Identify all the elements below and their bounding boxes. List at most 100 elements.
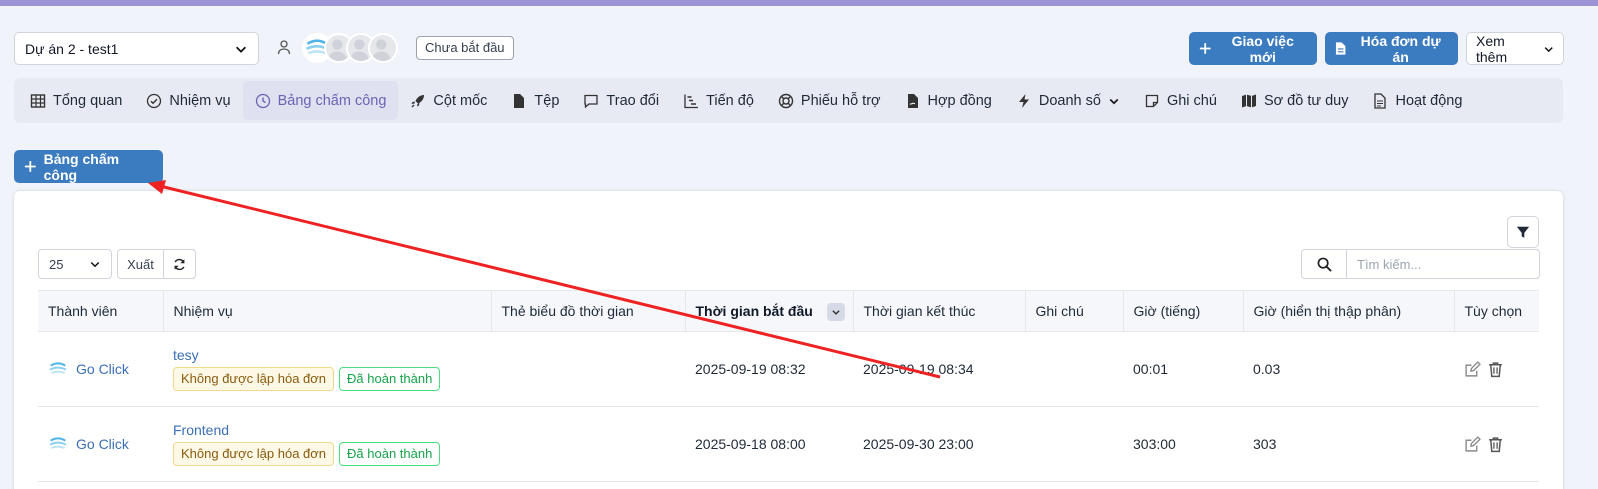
chevron-down-icon xyxy=(1109,98,1119,104)
file-icon xyxy=(514,93,525,108)
decimal-hours-cell: 303 xyxy=(1243,406,1454,482)
tab-label: Trao đổi xyxy=(606,92,660,109)
refresh-button[interactable] xyxy=(163,249,196,279)
column-header[interactable]: Giờ (tiếng) xyxy=(1122,290,1243,332)
project-select[interactable]: Dự án 2 - test1 xyxy=(14,32,259,65)
column-header[interactable]: Thành viên xyxy=(38,290,163,332)
member-link[interactable]: Go Click xyxy=(48,359,153,379)
clock-icon xyxy=(255,93,270,108)
tab-tasks[interactable]: Nhiệm vụ xyxy=(134,81,242,120)
project-status-badge: Chưa bắt đầu xyxy=(416,36,514,60)
plus-icon xyxy=(24,161,36,172)
file-icon xyxy=(1335,42,1346,55)
project-invoice-label: Hóa đơn dự án xyxy=(1360,32,1441,65)
lifebuoy-icon xyxy=(778,93,794,108)
more-label: Xem thêm xyxy=(1476,32,1508,65)
member-link[interactable]: Go Click xyxy=(48,434,153,454)
task-link[interactable]: tesy xyxy=(173,347,481,363)
timesheet-table: Thành viên Nhiệm vụ Thẻ biểu đồ thời gia… xyxy=(38,290,1539,482)
search-icon[interactable] xyxy=(1302,250,1347,278)
tab-activity[interactable]: Hoạt động xyxy=(1360,81,1474,120)
hours-cell: 00:01 xyxy=(1123,331,1243,407)
contract-icon xyxy=(907,93,918,108)
decimal-hours-cell: 0.03 xyxy=(1243,331,1454,407)
add-timesheet-button[interactable]: Bảng chấm công xyxy=(14,150,163,183)
tab-label: Ghi chú xyxy=(1166,92,1217,109)
chat-icon xyxy=(584,94,599,108)
filter-button[interactable] xyxy=(1507,216,1539,248)
new-task-button[interactable]: Giao việc mới xyxy=(1189,32,1317,65)
member-avatars[interactable] xyxy=(302,33,398,63)
tab-label: Tiến độ xyxy=(706,92,754,109)
check-circle-icon xyxy=(147,93,162,108)
more-button[interactable]: Xem thêm xyxy=(1466,32,1564,65)
map-icon xyxy=(1241,94,1256,107)
hours-cell: 303:00 xyxy=(1123,406,1243,482)
member-name: Go Click xyxy=(76,361,129,377)
user-icon xyxy=(277,40,291,55)
edit-icon[interactable] xyxy=(1464,360,1481,378)
billing-badge: Không được lập hóa đơn xyxy=(173,367,335,391)
tab-sales[interactable]: Doanh số xyxy=(1004,81,1132,120)
tab-mindmap[interactable]: Sơ đồ tư duy xyxy=(1229,81,1361,120)
tab-label: Bảng chấm công xyxy=(277,92,387,109)
task-link[interactable]: Frontend xyxy=(173,422,481,438)
tab-label: Tổng quan xyxy=(53,92,123,109)
column-header[interactable]: Thời gian kết thúc xyxy=(852,290,1025,332)
tab-label: Hoạt động xyxy=(1395,92,1463,109)
table-row: Go Click Frontend Không được lập hóa đơn… xyxy=(38,406,1539,482)
tab-milestones[interactable]: Cột mốc xyxy=(398,81,499,120)
tab-label: Nhiệm vụ xyxy=(169,92,231,109)
end-time-cell: 2025-09-30 23:00 xyxy=(853,406,1025,482)
add-timesheet-label: Bảng chấm công xyxy=(43,150,120,183)
column-header[interactable]: Ghi chú xyxy=(1024,290,1123,332)
tab-label: Doanh số xyxy=(1038,92,1101,109)
timesheet-tags-cell xyxy=(491,331,685,407)
tab-notes[interactable]: Ghi chú xyxy=(1132,81,1229,120)
search-input[interactable] xyxy=(1347,250,1539,278)
column-header-sorted[interactable]: Thời gian bắt đầu xyxy=(684,290,853,332)
tab-tickets[interactable]: Phiếu hỗ trợ xyxy=(766,81,893,120)
tab-discussions[interactable]: Trao đổi xyxy=(571,81,671,120)
tab-label: Sơ đồ tư duy xyxy=(1263,92,1349,109)
project-tabs: Tổng quan Nhiệm vụ Bảng chấm công Cột mố… xyxy=(14,78,1563,123)
tab-contracts[interactable]: Hợp đồng xyxy=(893,81,1004,120)
tab-timesheets[interactable]: Bảng chấm công xyxy=(242,81,399,120)
tab-label: Hợp đồng xyxy=(927,92,992,109)
billing-badge: Không được lập hóa đơn xyxy=(173,442,335,466)
tab-overview[interactable]: Tổng quan xyxy=(18,81,134,120)
tab-label: Tệp xyxy=(534,92,560,109)
end-time-cell: 2025-09-19 08:34 xyxy=(853,331,1025,407)
bolt-icon xyxy=(1018,93,1029,108)
page-size-select[interactable]: 25 xyxy=(38,249,112,279)
start-time-cell: 2025-09-19 08:32 xyxy=(685,331,853,407)
column-header[interactable]: Giờ (hiển thị thập phân) xyxy=(1242,290,1454,332)
new-task-label: Giao việc mới xyxy=(1231,32,1294,65)
table-header-row: Thành viên Nhiệm vụ Thẻ biểu đồ thời gia… xyxy=(38,290,1539,332)
column-header[interactable]: Nhiệm vụ xyxy=(162,290,491,332)
tab-progress[interactable]: Tiến độ xyxy=(671,81,766,120)
column-header-label: Thời gian bắt đầu xyxy=(695,303,813,319)
edit-icon[interactable] xyxy=(1464,435,1481,453)
note-cell xyxy=(1025,331,1123,407)
avatar[interactable] xyxy=(368,33,398,63)
delete-icon[interactable] xyxy=(1487,361,1504,378)
delete-icon[interactable] xyxy=(1487,436,1504,453)
doc-list-icon xyxy=(1374,92,1387,109)
chevron-down-icon xyxy=(90,261,100,268)
tab-label: Cột mốc xyxy=(433,92,488,109)
note-cell xyxy=(1025,406,1123,482)
chevron-down-icon xyxy=(1544,46,1553,52)
filter-icon xyxy=(1516,226,1530,238)
tab-files[interactable]: Tệp xyxy=(499,81,571,120)
sort-desc-icon xyxy=(826,303,845,321)
start-time-cell: 2025-09-18 08:00 xyxy=(685,406,853,482)
export-button[interactable]: Xuất xyxy=(117,249,164,279)
chart-icon xyxy=(684,94,699,108)
plus-icon xyxy=(1199,43,1211,54)
rocket-icon xyxy=(411,94,425,107)
column-header[interactable]: Thẻ biểu đồ thời gian xyxy=(490,290,685,332)
avatar xyxy=(48,434,68,454)
project-invoice-button[interactable]: Hóa đơn dự án xyxy=(1325,32,1458,65)
page-size-value: 25 xyxy=(49,256,64,272)
